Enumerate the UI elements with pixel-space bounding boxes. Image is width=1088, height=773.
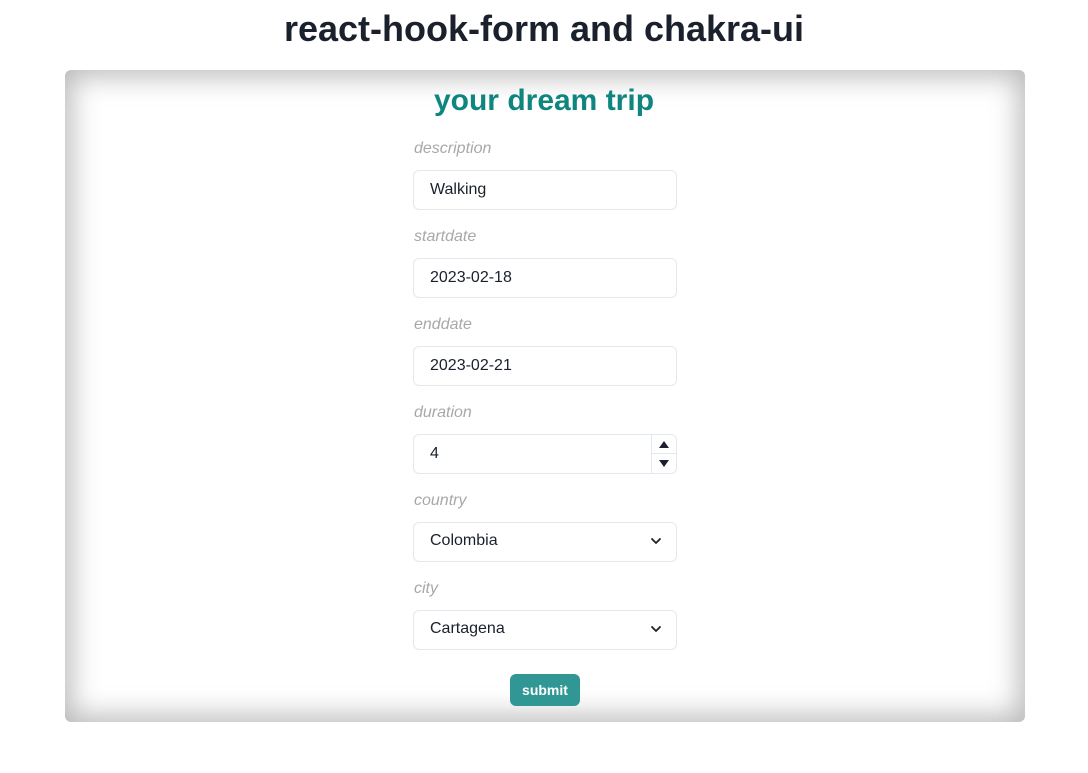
decrement-button[interactable] <box>652 454 676 473</box>
city-select[interactable]: Cartagena <box>413 610 677 650</box>
triangle-down-icon <box>659 460 669 467</box>
enddate-value: 2023-02-21 <box>430 357 512 374</box>
duration-input[interactable]: 4 <box>413 434 677 474</box>
enddate-label: enddate <box>414 316 472 333</box>
page-title: react-hook-form and chakra-ui <box>283 8 805 49</box>
form-title: your dream trip <box>433 84 655 117</box>
description-value: Walking <box>430 181 487 198</box>
duration-stepper <box>651 435 676 473</box>
chevron-down-icon <box>651 626 661 632</box>
startdate-input[interactable]: 2023-02-18 <box>413 258 677 298</box>
duration-label: duration <box>414 404 472 421</box>
country-select[interactable]: Colombia <box>413 522 677 562</box>
triangle-up-icon <box>659 440 669 448</box>
country-label: country <box>414 492 467 509</box>
city-label: city <box>414 580 438 597</box>
chevron-down-icon <box>651 538 661 544</box>
country-value: Colombia <box>430 532 498 549</box>
description-input[interactable]: Walking <box>413 170 677 210</box>
city-value: Cartagena <box>430 620 505 637</box>
startdate-value: 2023-02-18 <box>430 269 512 286</box>
increment-button[interactable] <box>652 435 676 454</box>
enddate-input[interactable]: 2023-02-21 <box>413 346 677 386</box>
description-label: description <box>414 140 492 157</box>
duration-value: 4 <box>430 445 439 462</box>
submit-button[interactable]: submit <box>510 674 580 706</box>
startdate-label: startdate <box>414 228 477 245</box>
